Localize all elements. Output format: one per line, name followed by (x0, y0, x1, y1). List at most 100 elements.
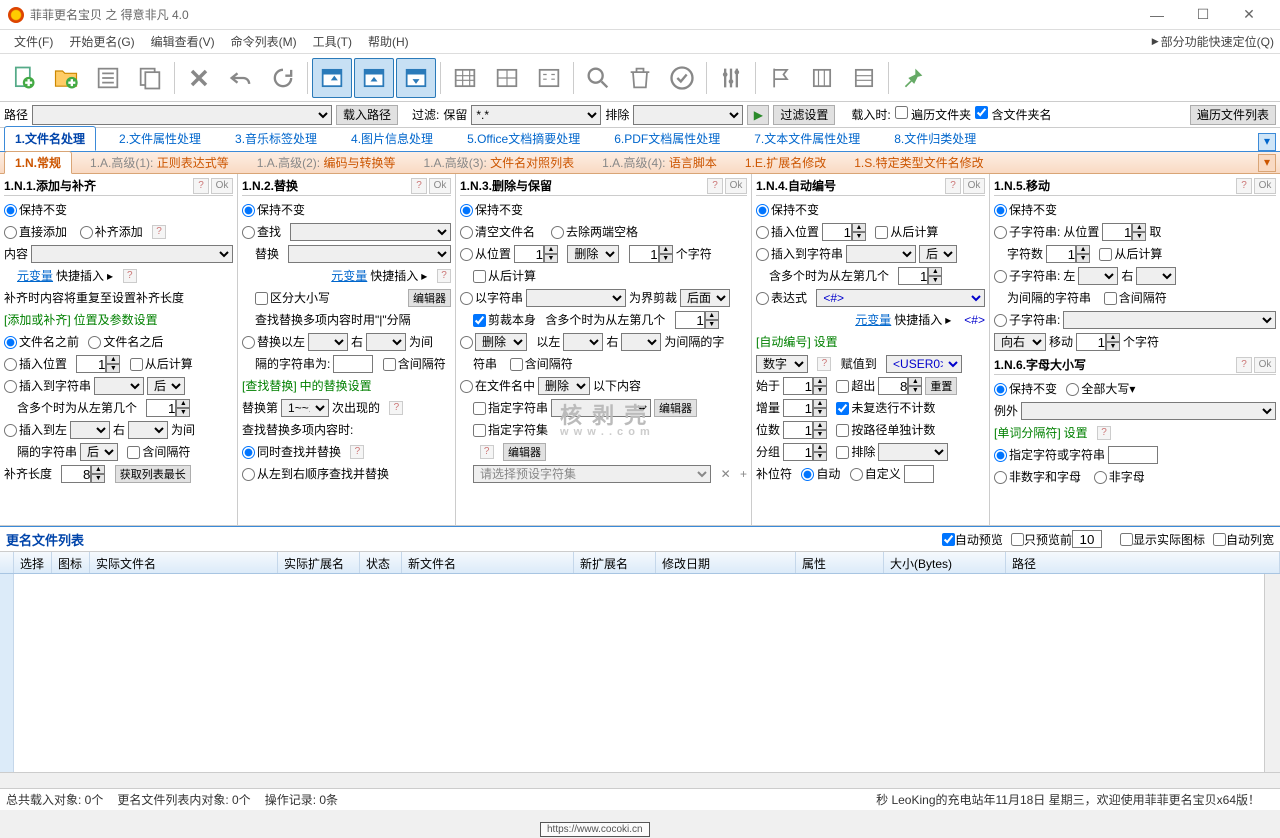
subtab-spec[interactable]: 1.S.特定类型文件名修改 (844, 152, 993, 173)
p5-frompos-spin[interactable] (1102, 223, 1132, 241)
path-select[interactable] (32, 105, 332, 125)
autocol-check[interactable]: 自动列宽 (1213, 531, 1274, 548)
p2-incsep-check[interactable]: 含间隔符 (383, 355, 446, 373)
p3-specstr-select[interactable] (551, 399, 651, 417)
p3-editor2-button[interactable]: 编辑器 (503, 443, 546, 461)
subtab-normal[interactable]: 1.N.常规 (4, 151, 72, 174)
maximize-button[interactable]: ☐ (1180, 0, 1226, 30)
p1-insstr-select[interactable] (94, 377, 144, 395)
p1-insleft-radio[interactable]: 插入到左 (4, 421, 67, 439)
help-icon[interactable]: ? (152, 225, 166, 239)
tab-2-attrs[interactable]: 2.文件属性处理 (108, 126, 212, 151)
p3-keep-radio[interactable]: 保持不变 (460, 201, 523, 219)
p2-keep-radio[interactable]: 保持不变 (242, 201, 305, 219)
help-icon[interactable]: ? (350, 445, 364, 459)
col-select[interactable]: 选择 (14, 552, 52, 573)
p6-nondigit-radio[interactable]: 非数字和字母 (994, 468, 1081, 486)
p5-dir-select[interactable]: 向右 (994, 333, 1046, 351)
ok-button[interactable]: Ok (211, 178, 233, 194)
prevcount-input[interactable] (1072, 530, 1102, 548)
tab-7-text[interactable]: 7.文本文件属性处理 (743, 126, 871, 151)
p4-exceed-check[interactable]: 超出 (836, 377, 875, 395)
horizontal-scrollbar[interactable] (0, 772, 1280, 788)
columns2-icon[interactable] (844, 58, 884, 98)
p3-trimself-check[interactable]: 剪裁本身 (473, 311, 536, 329)
p1-sep-select[interactable]: 后 (80, 443, 118, 461)
flag-icon[interactable] (760, 58, 800, 98)
help-icon[interactable]: ? (193, 178, 209, 194)
p4-exclude-check[interactable]: 排除 (836, 443, 875, 461)
help-icon[interactable]: ? (1236, 357, 1252, 373)
p5-keep-radio[interactable]: 保持不变 (994, 201, 1057, 219)
menu-tools[interactable]: 工具(T) (305, 31, 360, 52)
check-icon[interactable] (662, 58, 702, 98)
undo-icon[interactable] (221, 58, 261, 98)
p1-multi-spin[interactable] (146, 399, 176, 417)
keep-select[interactable]: *.* (471, 105, 601, 125)
ok-button[interactable]: Ok (1254, 178, 1276, 194)
p4-start-spin[interactable] (783, 377, 813, 395)
p2-right-select[interactable] (366, 333, 406, 351)
copy-list-icon[interactable] (130, 58, 170, 98)
col-newext[interactable]: 新扩展名 (574, 552, 656, 573)
p4-custom-radio[interactable]: 自定义 (850, 465, 901, 483)
p5-substr3-radio[interactable]: 子字符串: (994, 311, 1060, 329)
p3-right-select[interactable] (621, 333, 661, 351)
add-icon[interactable]: + (740, 465, 747, 483)
p2-left-select[interactable] (308, 333, 348, 351)
grid-main[interactable] (14, 574, 1264, 772)
menu-quick-locate[interactable]: ▶部分功能快速定位(Q) (1152, 33, 1274, 50)
col-status[interactable]: 状态 (360, 552, 402, 573)
p3-frompos-spin[interactable] (514, 245, 544, 263)
incfolder-check[interactable]: 含文件夹名 (975, 106, 1051, 123)
col-size[interactable]: 大小(Bytes) (884, 552, 1006, 573)
help-icon[interactable]: ? (707, 178, 723, 194)
p1-pad-radio[interactable]: 补齐添加 (80, 223, 143, 241)
p2-case-check[interactable]: 区分大小写 (255, 289, 330, 307)
p4-numtype-select[interactable]: 数字 (756, 355, 808, 373)
p3-del-select[interactable]: 删除 (567, 245, 619, 263)
ok-button[interactable]: Ok (429, 178, 451, 194)
p2-nth-select[interactable]: 1~~1 (281, 399, 329, 417)
ok-button[interactable]: Ok (725, 178, 747, 194)
grid1-icon[interactable] (445, 58, 485, 98)
load-path-button[interactable]: 载入路径 (336, 105, 398, 125)
onlyprev-check[interactable]: 只预览前 (1011, 531, 1072, 548)
tab-1-filename[interactable]: 1.文件名处理 (4, 126, 96, 151)
p3-multi-spin[interactable] (675, 311, 705, 329)
p2-editor-button[interactable]: 编辑器 (408, 289, 451, 307)
clear-icon[interactable]: ✕ (721, 465, 731, 483)
p3-speccharset-check[interactable]: 指定字符集 (473, 421, 548, 439)
p3-fromback-check[interactable]: 从后计算 (473, 267, 536, 285)
open-folder-icon[interactable] (46, 58, 86, 98)
p4-reset-button[interactable]: 重置 (925, 377, 957, 395)
p6-specchar-input[interactable] (1108, 446, 1158, 464)
help-icon[interactable]: ? (1236, 178, 1252, 194)
p3-clear-radio[interactable]: 清空文件名 (460, 223, 535, 241)
p1-right-select[interactable] (128, 421, 168, 439)
p6-keep-radio[interactable]: 保持不变 (994, 380, 1057, 398)
p4-inspos-spin[interactable] (822, 223, 852, 241)
p3-editor-button[interactable]: 编辑器 (654, 399, 697, 417)
tab-8-sort[interactable]: 8.文件归类处理 (883, 126, 987, 151)
browse-list-button[interactable]: 遍历文件列表 (1190, 105, 1276, 125)
p6-specchar-radio[interactable]: 指定字符或字符串 (994, 446, 1105, 464)
col-newname[interactable]: 新文件名 (402, 552, 574, 573)
p4-group-spin[interactable] (783, 443, 813, 461)
tab-4-image[interactable]: 4.图片信息处理 (340, 126, 444, 151)
p6-upper-radio[interactable]: 全部大写▾ (1066, 380, 1135, 398)
maintabs-dropdown[interactable]: ▾ (1258, 133, 1276, 151)
col-attrs[interactable]: 属性 (796, 552, 884, 573)
p2-find-radio[interactable]: 查找 (242, 223, 281, 241)
p4-custom-input[interactable] (904, 465, 934, 483)
p6-except-select[interactable] (1021, 402, 1276, 420)
menu-start-rename[interactable]: 开始更名(G) (61, 31, 142, 52)
p4-assign-select[interactable]: <USER0> (886, 355, 962, 373)
new-file-icon[interactable] (4, 58, 44, 98)
close-button[interactable]: ✕ (1226, 0, 1272, 30)
metavar-link[interactable]: 元变量 (17, 267, 53, 285)
p3-del2-radio[interactable]: 删除 (460, 333, 527, 351)
p4-insstr-radio[interactable]: 插入到字符串 (756, 245, 843, 263)
p4-auto-radio[interactable]: 自动 (801, 465, 840, 483)
grid3-icon[interactable] (529, 58, 569, 98)
